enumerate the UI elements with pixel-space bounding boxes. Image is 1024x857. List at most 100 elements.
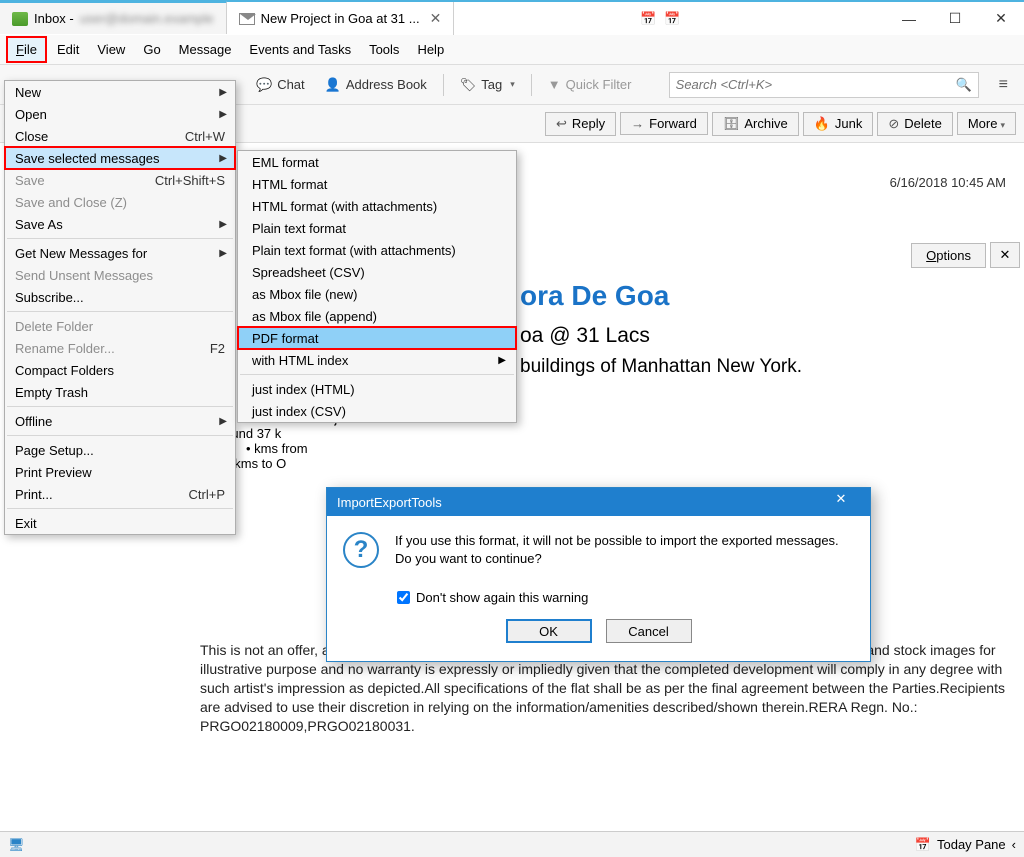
submenu-html[interactable]: HTML format (238, 173, 516, 195)
menu-tools[interactable]: Tools (361, 38, 407, 61)
menu-bar: File Edit View Go Message Events and Tas… (0, 35, 1024, 65)
blurred-email: user@domain.example (80, 11, 214, 26)
options-bar: Options ✕ (911, 239, 1020, 271)
options-button[interactable]: Options (911, 243, 986, 268)
menu-item-print-preview[interactable]: Print Preview (5, 461, 235, 483)
file-menu: New▶ Open▶ CloseCtrl+W Save selected mes… (4, 80, 236, 535)
chevron-down-icon: ▾ (510, 79, 515, 90)
calendar-icon-2[interactable]: 📅 (664, 11, 680, 27)
inbox-icon (12, 12, 28, 26)
filter-icon: ▼ (548, 77, 561, 92)
message-datetime: 6/16/2018 10:45 AM (890, 175, 1006, 190)
reply-icon: ↩ (556, 116, 567, 132)
submenu-pdf[interactable]: PDF format (238, 327, 516, 349)
status-icon: 🖥 (8, 837, 25, 853)
chat-button[interactable]: 💬Chat (248, 73, 313, 97)
submenu-just-csv[interactable]: just index (CSV) (238, 400, 516, 422)
chevron-left-icon[interactable]: ‹ (1012, 837, 1016, 852)
menu-file[interactable]: File (6, 36, 47, 63)
menu-item-save-as[interactable]: Save As▶ (5, 213, 235, 235)
submenu-plain-att[interactable]: Plain text format (with attachments) (238, 239, 516, 261)
bar-close-button[interactable]: ✕ (990, 242, 1020, 268)
menu-item-new[interactable]: New▶ (5, 81, 235, 103)
menu-item-exit[interactable]: Exit (5, 512, 235, 534)
menu-item-save: SaveCtrl+Shift+S (5, 169, 235, 191)
menu-edit[interactable]: Edit (49, 38, 87, 61)
tab-inbox[interactable]: Inbox - user@domain.example (0, 1, 227, 34)
menu-item-send-unsent: Send Unsent Messages (5, 264, 235, 286)
menu-help[interactable]: Help (409, 38, 452, 61)
chevron-right-icon: ▶ (219, 248, 227, 259)
reply-button[interactable]: ↩Reply (545, 112, 616, 136)
dont-show-checkbox[interactable]: Don't show again this warning (397, 590, 870, 605)
list-item: kms from (246, 441, 1004, 456)
menu-item-subscribe[interactable]: Subscribe... (5, 286, 235, 308)
forward-button[interactable]: →Forward (620, 112, 708, 135)
chevron-down-icon: ▾ (1000, 120, 1005, 130)
search-field[interactable] (676, 77, 956, 92)
junk-button[interactable]: 🔥Junk (803, 112, 874, 136)
cancel-button[interactable]: Cancel (606, 619, 692, 643)
envelope-icon (239, 13, 255, 25)
checkbox-input[interactable] (397, 591, 410, 604)
message-line: buildings of Manhattan New York. (520, 356, 1004, 378)
menu-item-save-close: Save and Close (Z) (5, 191, 235, 213)
menu-view[interactable]: View (89, 38, 133, 61)
submenu-html-att[interactable]: HTML format (with attachments) (238, 195, 516, 217)
window-controls: — ☐ ✕ (886, 4, 1024, 34)
message-title: ora De Goa (520, 280, 1004, 312)
search-icon[interactable]: 🔍 (955, 77, 971, 93)
submenu-html-index[interactable]: with HTML index▶ (238, 349, 516, 371)
archive-button[interactable]: 🗄Archive (712, 112, 799, 136)
app-menu-button[interactable]: ≡ (991, 72, 1016, 98)
menu-events[interactable]: Events and Tasks (241, 38, 359, 61)
menu-item-open[interactable]: Open▶ (5, 103, 235, 125)
tab-label: New Project in Goa at 31 ... (261, 11, 420, 26)
calendar-icon-1[interactable]: 📅 (640, 11, 656, 27)
menu-item-rename-folder: Rename Folder...F2 (5, 337, 235, 359)
tag-icon: 🏷 (460, 77, 477, 93)
menu-go[interactable]: Go (135, 38, 168, 61)
tab-close-icon[interactable]: ✕ (430, 10, 442, 27)
chevron-right-icon: ▶ (219, 153, 227, 164)
menu-item-save-selected[interactable]: Save selected messages▶ (5, 147, 235, 169)
minimize-button[interactable]: — (886, 4, 932, 34)
menu-item-offline[interactable]: Offline▶ (5, 410, 235, 432)
submenu-mbox-new[interactable]: as Mbox file (new) (238, 283, 516, 305)
quick-filter-button[interactable]: ▼Quick Filter (540, 73, 640, 96)
submenu-just-html[interactable]: just index (HTML) (238, 378, 516, 400)
dialog-titlebar[interactable]: ImportExportTools ✕ (327, 488, 870, 516)
menu-item-print[interactable]: Print...Ctrl+P (5, 483, 235, 505)
submenu-plain[interactable]: Plain text format (238, 217, 516, 239)
submenu-mbox-append[interactable]: as Mbox file (append) (238, 305, 516, 327)
menu-item-page-setup[interactable]: Page Setup... (5, 439, 235, 461)
person-icon: 👤 (325, 77, 341, 93)
submenu-eml[interactable]: EML format (238, 151, 516, 173)
more-button[interactable]: More▾ (957, 112, 1016, 135)
ok-button[interactable]: OK (506, 619, 592, 643)
menu-item-close[interactable]: CloseCtrl+W (5, 125, 235, 147)
chevron-right-icon: ▶ (219, 87, 227, 98)
close-button[interactable]: ✕ (978, 4, 1024, 34)
dialog-text: If you use this format, it will not be p… (395, 532, 854, 568)
search-input[interactable]: 🔍 (669, 72, 979, 98)
dialog-title: ImportExportTools (337, 495, 442, 510)
archive-icon: 🗄 (723, 116, 740, 132)
tab-message[interactable]: New Project in Goa at 31 ... ✕ (227, 2, 455, 35)
menu-item-compact[interactable]: Compact Folders (5, 359, 235, 381)
menu-item-delete-folder: Delete Folder (5, 315, 235, 337)
submenu-csv[interactable]: Spreadsheet (CSV) (238, 261, 516, 283)
menu-message[interactable]: Message (171, 38, 240, 61)
delete-button[interactable]: ⊘Delete (877, 112, 952, 136)
chat-icon: 💬 (256, 77, 272, 93)
tag-button[interactable]: 🏷Tag▾ (452, 73, 523, 97)
chevron-right-icon: ▶ (219, 219, 227, 230)
address-book-button[interactable]: 👤Address Book (317, 73, 435, 97)
forward-icon: → (631, 116, 644, 131)
menu-item-get-new[interactable]: Get New Messages for▶ (5, 242, 235, 264)
maximize-button[interactable]: ☐ (932, 4, 978, 34)
menu-item-empty-trash[interactable]: Empty Trash (5, 381, 235, 403)
today-pane-button[interactable]: Today Pane (937, 837, 1006, 852)
calendar-small-icon[interactable]: 📅 (915, 837, 931, 853)
dialog-close-button[interactable]: ✕ (822, 491, 860, 513)
